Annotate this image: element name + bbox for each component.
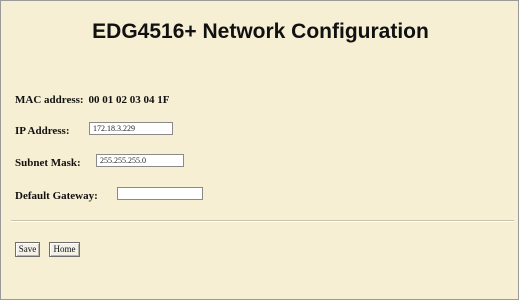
default-gateway-label-row: Default Gateway: xyxy=(15,190,98,202)
ip-address-label-row: IP Address: xyxy=(15,125,70,137)
config-panel: EDG4516+ Network Configuration MAC addre… xyxy=(0,0,519,300)
section-divider xyxy=(11,220,514,222)
subnet-mask-label-row: Subnet Mask: xyxy=(15,157,81,169)
mac-address-row: MAC address: 00 01 02 03 04 1F xyxy=(15,94,170,106)
scrollbar-gutter xyxy=(519,0,529,302)
mac-address-label: MAC address: xyxy=(15,94,84,106)
save-button[interactable]: Save xyxy=(15,242,40,257)
ip-address-field[interactable]: 172.18.3.229 xyxy=(89,122,173,135)
subnet-mask-field[interactable]: 255.255.255.0 xyxy=(96,154,184,167)
subnet-mask-label: Subnet Mask: xyxy=(15,157,81,169)
default-gateway-label: Default Gateway: xyxy=(15,190,98,202)
default-gateway-field[interactable] xyxy=(117,187,203,200)
ip-address-label: IP Address: xyxy=(15,125,70,137)
mac-address-value: 00 01 02 03 04 1F xyxy=(88,94,170,106)
home-button[interactable]: Home xyxy=(49,242,80,257)
page-title: EDG4516+ Network Configuration xyxy=(92,20,429,43)
